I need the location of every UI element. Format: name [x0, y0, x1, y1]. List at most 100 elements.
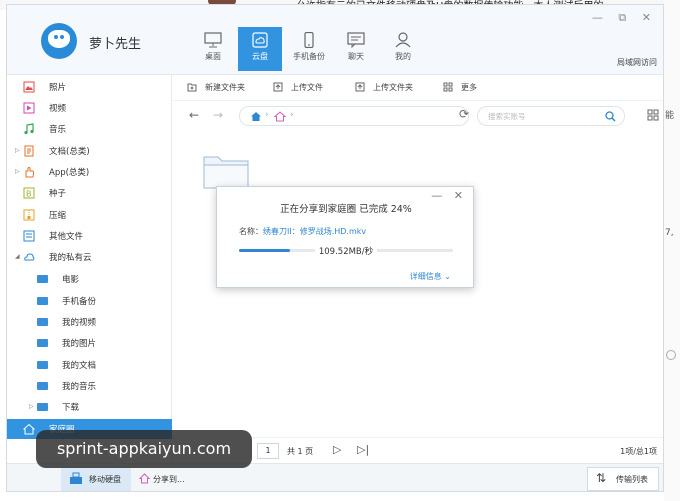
button-label: 分享到...	[153, 475, 185, 484]
home-icon[interactable]	[250, 111, 262, 122]
upload-file-button[interactable]: 上传文件	[273, 82, 323, 93]
folder-icon	[37, 275, 48, 283]
sidebar-item-other-files[interactable]: 其他文件	[7, 226, 172, 246]
expand-arrow-icon[interactable]: ▷	[15, 147, 20, 154]
search-icon[interactable]	[605, 111, 616, 122]
tab-label: 手机备份	[293, 52, 325, 61]
archive-icon	[23, 209, 35, 221]
lan-access-link[interactable]: 局域网访问	[617, 57, 657, 68]
sidebar-item-label: 手机备份	[62, 297, 97, 307]
item-count: 1项/总1项	[620, 447, 657, 456]
scroll-icon	[666, 350, 676, 360]
sidebar-item-label: 我的图片	[62, 339, 97, 349]
button-label: 上传文件夹	[373, 83, 413, 92]
sidebar-item-my-videos[interactable]: 我的视频	[7, 312, 172, 332]
file-name-label: 名称：	[239, 227, 263, 236]
details-label: 详细信息	[409, 272, 442, 281]
sidebar-item-seeds[interactable]: B 种子	[7, 183, 172, 203]
transfer-speed: 109.52MB/秒	[217, 245, 475, 257]
sidebar-item-my-pictures[interactable]: 我的图片	[7, 333, 172, 353]
details-link[interactable]: 详细信息 ⌄	[410, 271, 451, 282]
file-name-row: 名称：绣春刀II：修罗战场.HD.mkv	[239, 226, 366, 237]
sidebar-item-documents[interactable]: ▷ 文档(总类)	[7, 141, 172, 161]
refresh-icon[interactable]: ⟳	[459, 107, 469, 121]
sidebar-item-my-music[interactable]: 我的音乐	[7, 376, 172, 396]
background-right-strip: 能 7,	[664, 0, 680, 501]
logo-icon	[41, 23, 77, 59]
last-page-icon[interactable]: ▷|	[357, 443, 369, 456]
separator-icon: ›	[265, 110, 269, 120]
more-button[interactable]: 更多	[443, 82, 477, 93]
page-total: 共 1 页	[287, 447, 314, 456]
cloud-disk-icon	[252, 32, 268, 48]
sidebar-item-music[interactable]: 音乐	[7, 119, 172, 139]
sidebar-item-my-documents[interactable]: 我的文档	[7, 355, 172, 375]
button-label: 移动硬盘	[89, 475, 121, 484]
photo-icon	[23, 81, 35, 93]
tab-label: 我的	[395, 52, 411, 61]
tab-chat[interactable]: 聊天	[334, 27, 378, 71]
tab-phone-backup[interactable]: 手机备份	[287, 27, 331, 71]
tab-label: 桌面	[205, 52, 221, 61]
svg-text:B: B	[26, 190, 32, 199]
folder-icon	[37, 339, 48, 347]
tab-mine[interactable]: 我的	[381, 27, 425, 71]
more-icon	[443, 82, 453, 92]
music-icon	[24, 123, 34, 135]
tab-desktop[interactable]: 桌面	[191, 27, 235, 71]
folder-icon	[37, 382, 48, 390]
sidebar-item-label: 其他文件	[49, 232, 84, 242]
speed-value: 109.52MB/秒	[314, 247, 378, 257]
new-folder-button[interactable]: 新建文件夹	[187, 82, 245, 93]
sidebar-item-videos[interactable]: 视频	[7, 98, 172, 118]
family-home-icon[interactable]	[274, 111, 286, 122]
folder-icon	[37, 318, 48, 326]
next-page-icon[interactable]: ▷	[333, 443, 341, 456]
tab-label: 云盘	[252, 52, 268, 61]
sidebar-item-archives[interactable]: 压缩	[7, 205, 172, 225]
app-window: 萝卜先生 桌面 云盘 手机备份 聊天 我的 — ⧉ ✕ 局域网访问 照片 视频 …	[6, 4, 664, 492]
sidebar-item-label: 文档(总类)	[49, 147, 90, 157]
sidebar-item-movies[interactable]: 电影	[7, 269, 172, 289]
search-input[interactable]: 搜索实账号	[477, 106, 625, 126]
chat-icon	[347, 32, 365, 48]
document-icon	[24, 145, 34, 157]
share-progress-dialog: — ✕ 正在分享到家庭圈 已完成 24% 名称：绣春刀II：修罗战场.HD.mk…	[216, 186, 474, 288]
tab-cloud-disk[interactable]: 云盘	[238, 27, 282, 71]
grid-view-icon[interactable]	[647, 109, 659, 121]
usb-drive-icon	[70, 472, 82, 484]
sidebar-item-apps[interactable]: ▷ App(总类)	[7, 162, 172, 182]
chevron-down-icon: ⌄	[444, 272, 451, 281]
folder-icon[interactable]	[203, 153, 249, 189]
upload-folder-button[interactable]: 上传文件夹	[355, 82, 413, 93]
sidebar-item-label: 音乐	[49, 125, 67, 135]
monitor-icon	[204, 32, 222, 48]
dialog-title: 正在分享到家庭圈 已完成 24%	[280, 204, 412, 215]
background-text: 能	[665, 111, 675, 121]
folder-icon	[37, 403, 48, 411]
phone-icon	[304, 32, 314, 48]
sidebar-item-phone-backup[interactable]: 手机备份	[7, 291, 172, 311]
user-icon	[395, 32, 411, 48]
transfer-icon: ⇅	[596, 471, 607, 485]
page-number-input[interactable]: 1	[257, 443, 279, 459]
sidebar-item-label: 我的视频	[62, 318, 97, 328]
expand-arrow-icon[interactable]: ▷	[29, 403, 34, 410]
sidebar-item-photos[interactable]: 照片	[7, 77, 172, 97]
background-text: 7,	[665, 228, 674, 238]
app-title: 萝卜先生	[89, 37, 142, 52]
button-label: 更多	[461, 83, 477, 92]
collapse-arrow-icon[interactable]: ◢	[15, 253, 20, 260]
breadcrumb[interactable]: › ›	[239, 106, 469, 126]
transfer-list-button[interactable]: ⇅ 传输列表	[587, 467, 659, 491]
sidebar-item-private-cloud[interactable]: ◢ 我的私有云	[7, 247, 172, 267]
expand-arrow-icon[interactable]: ▷	[15, 168, 20, 175]
forward-arrow-icon[interactable]: →	[213, 108, 223, 122]
mobile-disk-button[interactable]: 移动硬盘	[61, 467, 131, 491]
back-arrow-icon[interactable]: ←	[189, 108, 199, 122]
sidebar-item-downloads[interactable]: ▷ 下载	[7, 397, 172, 417]
window-controls[interactable]: — ⧉ ✕	[592, 11, 657, 25]
search-placeholder: 搜索实账号	[488, 112, 526, 121]
share-to-button[interactable]: 分享到...	[135, 467, 205, 491]
path-bar: ← → › › ⟳ 搜索实账号	[173, 103, 663, 129]
